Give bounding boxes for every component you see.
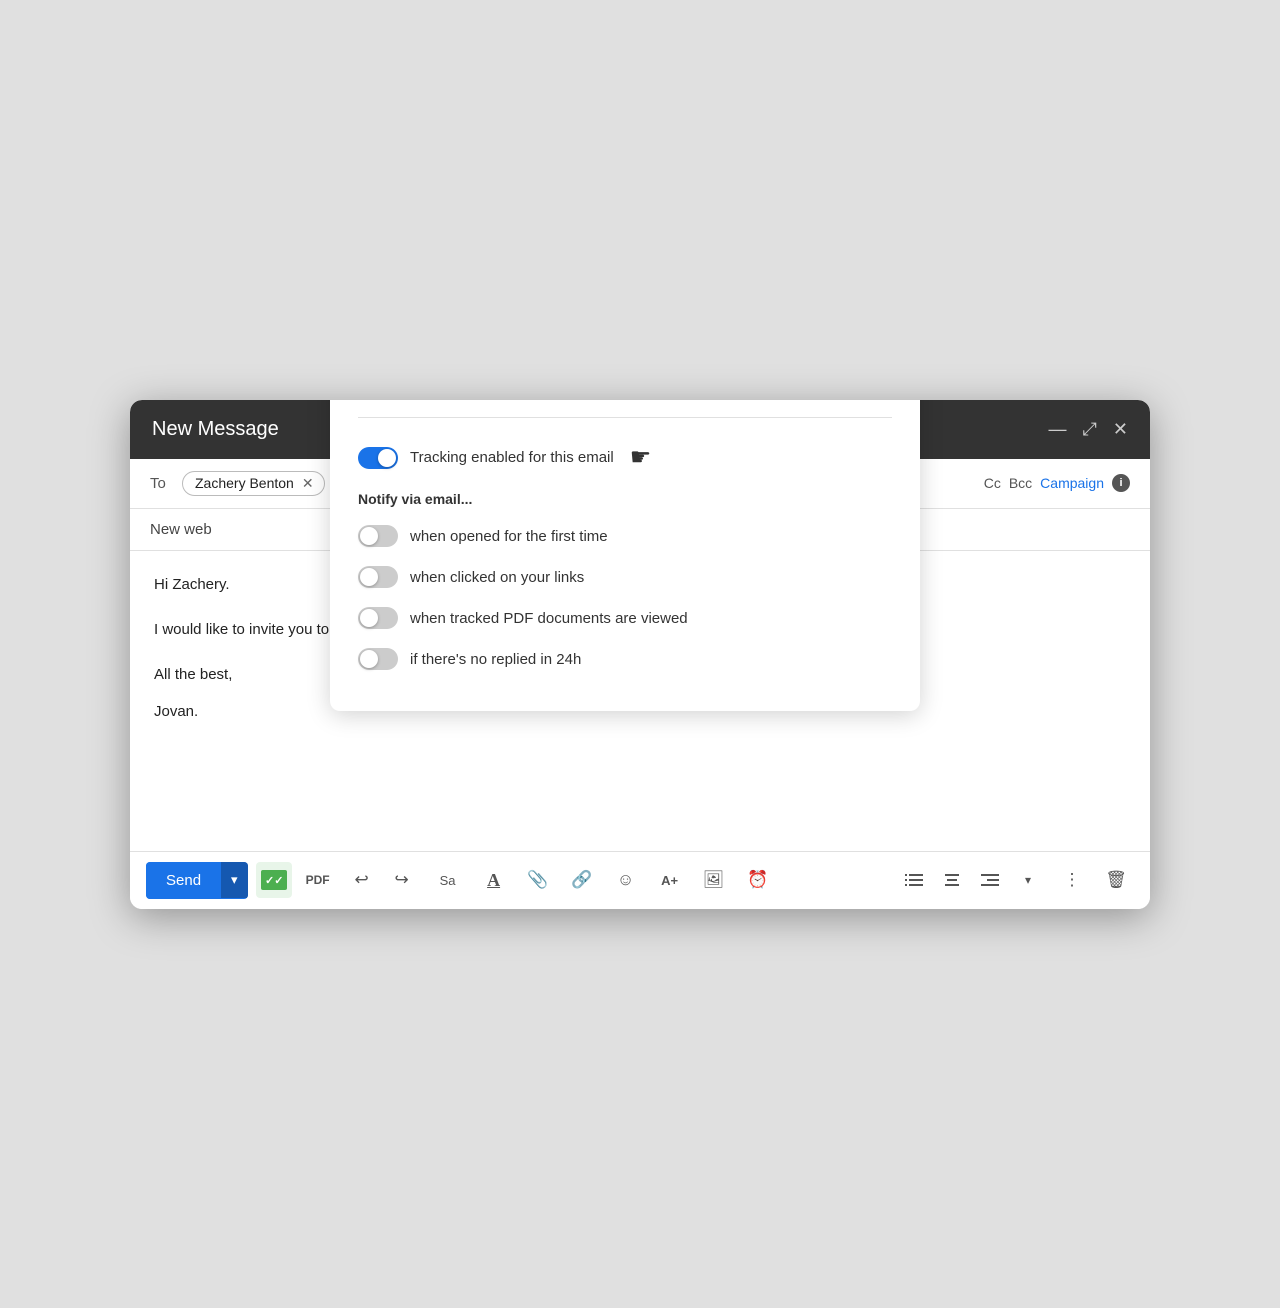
notify-toggle-row-1: when clicked on your links: [358, 564, 892, 591]
bcc-button[interactable]: Bcc: [1009, 475, 1032, 491]
notify-label-1: when clicked on your links: [410, 564, 584, 591]
body-line2-pre: I would like to invite you to: [154, 621, 333, 638]
list-icons-group: ▾: [896, 862, 1046, 898]
campaign-info-icon[interactable]: i: [1112, 474, 1130, 492]
notify-label-3: if there's no replied in 24h: [410, 646, 581, 673]
send-button-group: Send ▾: [146, 862, 248, 899]
attach-button[interactable]: 📎: [520, 862, 556, 898]
toggle-thumb: [378, 449, 396, 467]
align-center-icon: [943, 873, 961, 887]
toggle-thumb-2: [360, 609, 378, 627]
emoji-button[interactable]: ☺: [608, 862, 644, 898]
notify-toggle-3[interactable]: [358, 648, 398, 670]
notify-label-0: when opened for the first time: [410, 523, 608, 550]
undo-button[interactable]: ↩: [344, 862, 380, 898]
recipient-chip[interactable]: Zachery Benton ✕: [182, 471, 325, 496]
remove-recipient-button[interactable]: ✕: [302, 475, 314, 492]
minimize-icon[interactable]: —: [1049, 419, 1067, 440]
bullet-list-button[interactable]: [896, 862, 932, 898]
toolbar: Send ▾ ✓✓ PDF ↩ ↪ Sa: [130, 851, 1150, 909]
clock-icon: ⏰: [747, 870, 768, 890]
svg-text:✓✓: ✓✓: [265, 875, 283, 887]
more-options-dropdown-button[interactable]: ▾: [1010, 862, 1046, 898]
to-label: To: [150, 475, 172, 492]
mailtrack-title: Mailtrack: [358, 400, 436, 402]
emoji-icon: ☺: [617, 870, 634, 890]
email-body[interactable]: Hi Zachery. I would like to invite you t…: [130, 551, 1150, 851]
attach-icon: 📎: [527, 870, 548, 890]
notify-toggle-row-2: when tracked PDF documents are viewed: [358, 605, 892, 632]
more-vertical-icon: ⋮: [1064, 870, 1081, 890]
mailtrack-header: Mailtrack ⚙ Settings: [358, 400, 892, 419]
campaign-button[interactable]: Campaign: [1040, 475, 1104, 491]
mailtrack-toolbar-button[interactable]: ✓✓: [256, 862, 292, 898]
subject-text: New web: [150, 521, 212, 538]
tracking-toggle[interactable]: [358, 447, 398, 469]
toggle-thumb-1: [360, 568, 378, 586]
chevron-down-icon: ▾: [1025, 873, 1031, 887]
more-menu-button[interactable]: ⋮: [1054, 862, 1090, 898]
delete-icon: 🗑: [1105, 870, 1127, 890]
notify-toggle-1[interactable]: [358, 566, 398, 588]
schedule-button[interactable]: ⏰: [740, 862, 776, 898]
notify-toggle-2[interactable]: [358, 607, 398, 629]
cursor-hand-icon: ☛: [630, 436, 652, 479]
toggle-thumb-0: [360, 527, 378, 545]
send-button[interactable]: Send: [146, 862, 221, 899]
image-button[interactable]: 🖼: [696, 862, 732, 898]
pdf-button[interactable]: PDF: [300, 862, 336, 898]
link-icon: 🔗: [571, 870, 592, 890]
delete-button[interactable]: 🗑: [1098, 862, 1134, 898]
text-format-button[interactable]: A: [476, 862, 512, 898]
toggle-thumb-3: [360, 650, 378, 668]
format-label: Sa: [440, 873, 456, 888]
notify-toggle-row-3: if there's no replied in 24h: [358, 646, 892, 673]
tracking-toggle-label: Tracking enabled for this email: [410, 444, 614, 471]
to-row-right: Cc Bcc Campaign i: [984, 474, 1130, 492]
notify-label: Notify via email...: [358, 487, 892, 512]
tracking-toggle-row: Tracking enabled for this email ☛: [358, 436, 892, 479]
compose-window: New Message — ⤢ ✕ To Zachery Benton ✕ Cc…: [130, 400, 1150, 909]
expand-icon[interactable]: ⤢: [1083, 419, 1097, 440]
undo-redo-group: ↩ ↪: [344, 862, 420, 898]
image-icon: 🖼: [703, 870, 725, 890]
undo-icon: ↩: [354, 870, 368, 890]
notify-toggle-0[interactable]: [358, 525, 398, 547]
pdf-label: PDF: [306, 873, 330, 887]
compose-title: New Message: [152, 418, 279, 441]
send-dropdown-button[interactable]: ▾: [221, 862, 248, 898]
text-format-icon: A: [487, 870, 500, 891]
mailtrack-envelope-icon: ✓✓: [261, 870, 287, 890]
more-formatting-button[interactable]: A+: [652, 862, 688, 898]
align-right-icon: [981, 873, 999, 887]
notify-label-2: when tracked PDF documents are viewed: [410, 605, 688, 632]
close-icon[interactable]: ✕: [1113, 419, 1128, 440]
notify-toggle-row-0: when opened for the first time: [358, 523, 892, 550]
recipient-name: Zachery Benton: [195, 475, 294, 491]
mailtrack-popup: Mailtrack ⚙ Settings Tracking enabled fo…: [330, 400, 920, 711]
align-center-button[interactable]: [934, 862, 970, 898]
more-formatting-icon: A+: [661, 873, 678, 888]
link-button[interactable]: 🔗: [564, 862, 600, 898]
title-bar-controls: — ⤢ ✕: [1049, 419, 1129, 440]
align-right-button[interactable]: [972, 862, 1008, 898]
bullet-list-icon: [905, 873, 923, 887]
redo-icon: ↪: [394, 870, 408, 890]
cc-button[interactable]: Cc: [984, 475, 1001, 491]
format-button[interactable]: Sa: [432, 862, 468, 898]
redo-button[interactable]: ↪: [384, 862, 420, 898]
